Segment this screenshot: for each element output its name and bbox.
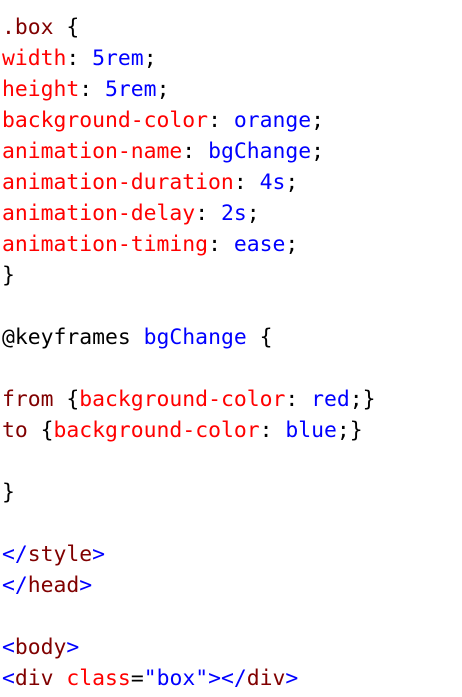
- code-line: </style>: [2, 539, 376, 570]
- code-token: animation-delay: [2, 201, 196, 226]
- code-token: :: [233, 170, 260, 195]
- code-line: height: 5rem;: [2, 74, 376, 105]
- code-line: from {background-color: red;}: [2, 384, 376, 415]
- code-token: ;: [311, 108, 324, 133]
- code-token: 5rem: [105, 77, 157, 102]
- code-token: >: [79, 573, 93, 598]
- code-token: ;: [246, 201, 260, 226]
- code-token: width: [2, 46, 67, 71]
- code-line: width: 5rem;: [2, 43, 376, 74]
- code-token: height: [2, 77, 80, 102]
- code-token: ;}: [336, 418, 363, 443]
- code-token: 2s: [220, 201, 247, 226]
- code-token: class: [66, 666, 131, 691]
- code-token: animation-timing: [2, 232, 209, 257]
- code-token: :: [66, 46, 93, 71]
- code-token: head: [27, 573, 80, 598]
- code-token: bgChange: [143, 325, 247, 350]
- code-token: {: [53, 15, 80, 40]
- code-line: </head>: [2, 570, 376, 601]
- code-token: :: [195, 201, 221, 226]
- code-token: :: [182, 139, 209, 164]
- code-token: }: [2, 263, 15, 288]
- code-token: 4s: [259, 170, 286, 195]
- code-token: }: [2, 480, 15, 505]
- code-token: ></: [208, 666, 247, 691]
- code-token: ;: [156, 77, 170, 102]
- code-token: .box: [2, 15, 54, 40]
- code-token: {: [27, 418, 54, 443]
- code-line: animation-duration: 4s;: [2, 167, 376, 198]
- code-token: >: [285, 666, 299, 691]
- code-token: </: [2, 542, 28, 567]
- code-token: =: [130, 666, 144, 691]
- code-token: :: [208, 108, 234, 133]
- code-token: animation-name: [2, 139, 183, 164]
- code-token: "box": [143, 666, 209, 691]
- code-token: {: [246, 325, 273, 350]
- code-token: to: [2, 418, 28, 443]
- code-token: body: [14, 635, 67, 660]
- code-token: ;}: [349, 387, 376, 412]
- code-token: red: [311, 387, 350, 412]
- code-token: background-color: [53, 418, 260, 443]
- code-token: blue: [285, 418, 337, 443]
- code-line: background-color: orange;: [2, 105, 376, 136]
- code-token: ;: [285, 170, 299, 195]
- code-token: :: [259, 418, 286, 443]
- code-token: >: [66, 635, 80, 660]
- code-token: >: [92, 542, 106, 567]
- code-token: animation-duration: [2, 170, 234, 195]
- code-line: animation-timing: ease;: [2, 229, 376, 260]
- code-line: <body>: [2, 632, 376, 663]
- code-line: }: [2, 477, 376, 508]
- code-line: animation-delay: 2s;: [2, 198, 376, 229]
- code-token: style: [27, 542, 93, 567]
- code-token: :: [285, 387, 312, 412]
- code-listing: .box {width: 5rem; height: 5rem; backgroun…: [2, 12, 376, 694]
- code-token: @keyframes: [2, 325, 144, 350]
- code-token: orange: [233, 108, 312, 133]
- code-token: bgChange: [208, 139, 312, 164]
- code-token: </: [2, 573, 28, 598]
- code-token: ;: [311, 139, 324, 164]
- code-token: div: [14, 666, 54, 691]
- code-token: <: [2, 666, 15, 691]
- code-token: from: [2, 387, 54, 412]
- code-token: 5rem: [92, 46, 144, 71]
- code-token: {: [53, 387, 80, 412]
- code-token: ;: [285, 232, 299, 257]
- code-token: :: [208, 232, 234, 257]
- code-line: <div class="box"></div>: [2, 663, 376, 694]
- code-token: ;: [143, 46, 157, 71]
- code-line: }: [2, 260, 376, 291]
- code-token: ease: [233, 232, 286, 257]
- code-line: animation-name: bgChange;: [2, 136, 376, 167]
- code-line: to {background-color: blue;}: [2, 415, 376, 446]
- code-token: background-color: [2, 108, 209, 133]
- code-token: div: [246, 666, 286, 691]
- code-line: .box {: [2, 12, 376, 43]
- code-token: <: [2, 635, 15, 660]
- code-token: background-color: [79, 387, 286, 412]
- code-line: @keyframes bgChange {: [2, 322, 376, 353]
- code-token: :: [79, 77, 106, 102]
